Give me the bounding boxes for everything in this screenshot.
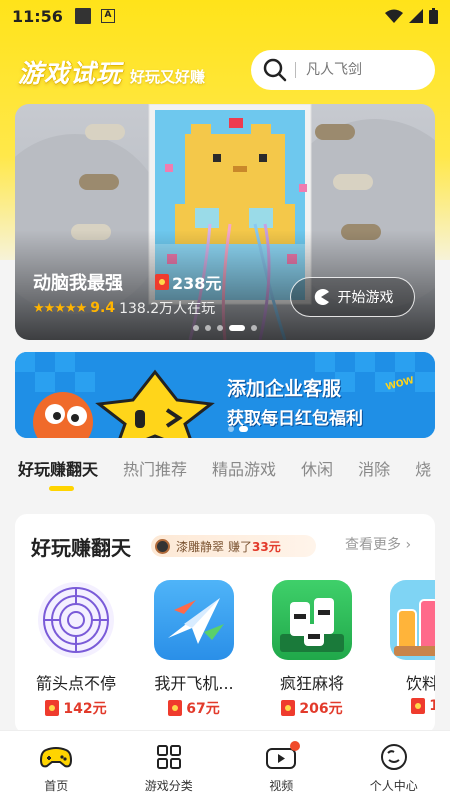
search-icon (263, 58, 287, 82)
tab-earn[interactable]: 好玩赚翻天 (18, 448, 98, 496)
game-reward: 15 (369, 698, 435, 714)
banner-reward-amount: 238元 (172, 274, 222, 293)
game-card[interactable]: 箭头点不停 142元 (15, 580, 133, 730)
nav-home-label: 首页 (44, 779, 69, 793)
tab-more[interactable]: 烧 (415, 448, 431, 496)
gamepad-icon (40, 747, 73, 768)
game-name: 饮料快 (405, 674, 435, 693)
tab-match[interactable]: 消除 (358, 448, 390, 496)
red-packet-icon (45, 700, 60, 716)
promo-pagination (228, 426, 248, 432)
banner-dot[interactable] (193, 325, 199, 331)
game-name: 疯狂麻将 (279, 674, 344, 693)
game-reward: 206元 (251, 698, 373, 718)
game-card[interactable]: 疯狂麻将 206元 (251, 580, 369, 730)
game-card[interactable]: 我开飞机... 67元 (133, 580, 251, 730)
header: 游戏试玩 好玩又好赚 (0, 48, 450, 92)
tab-featured[interactable]: 精品游戏 (212, 448, 276, 496)
promo-dot[interactable] (228, 426, 234, 432)
banner-dot[interactable] (205, 325, 211, 331)
red-packet-icon (281, 700, 296, 716)
view-more-label: 查看更多 (345, 537, 401, 553)
tab-casual[interactable]: 休闲 (301, 448, 333, 496)
promo-artwork: wow (15, 352, 435, 438)
banner-players: 138.2万人在玩 (119, 301, 216, 317)
nav-categories-label: 游戏分类 (144, 779, 193, 793)
paper-plane-game-icon (154, 580, 234, 660)
red-packet-icon (155, 274, 169, 290)
nav-categories[interactable]: 游戏分类 (113, 731, 226, 800)
nav-profile[interactable]: 个人中心 (338, 731, 450, 800)
drink-game-icon (390, 580, 435, 660)
banner-dot-active[interactable] (229, 325, 245, 331)
game-card[interactable]: 饮料快 15 (369, 580, 435, 730)
notification-a-icon: A (100, 9, 115, 23)
banner-meta: ★★★★★ 9.4 138.2万人在玩 (33, 298, 215, 318)
game-reward-amount: 142元 (63, 701, 107, 717)
earn-section: 好玩赚翻天 漆雕静翠 赚了 33元 查看更多 › 箭头点不停 142元 我开飞机… (15, 514, 435, 734)
promo-dot-active[interactable] (239, 426, 248, 432)
notification-badge (290, 741, 300, 751)
nav-home[interactable]: 首页 (0, 731, 113, 800)
nav-profile-label: 个人中心 (369, 779, 418, 793)
banner-dot[interactable] (251, 325, 257, 331)
section-title: 好玩赚翻天 (31, 536, 131, 560)
avatar (155, 538, 170, 554)
page-title: 游戏试玩 (18, 59, 123, 88)
banner-rating: 9.4 (90, 300, 116, 316)
maze-game-icon (36, 580, 116, 660)
status-time: 11:56 (12, 6, 63, 26)
pacman-icon (314, 289, 329, 305)
wifi-icon (385, 9, 403, 23)
status-bar: 11:56 A (0, 0, 450, 32)
notification-icon (74, 8, 91, 24)
bottom-nav: 首页 游戏分类 视频 个人中心 (0, 730, 450, 800)
banner-game-title: 动脑我最强 (33, 273, 123, 294)
search-input[interactable] (306, 62, 416, 78)
promo-banner[interactable]: wow 添加企业客服 获取每日红包福利 (15, 352, 435, 438)
red-packet-icon (168, 700, 183, 716)
nav-video-label: 视频 (269, 779, 294, 793)
featured-banner[interactable]: 动脑我最强 238元 ★★★★★ 9.4 138.2万人在玩 开始游戏 (15, 104, 435, 340)
game-reward-amount: 15 (429, 698, 435, 714)
earn-amount: 33元 (252, 539, 281, 554)
promo-line1: 添加企业客服 (227, 378, 342, 400)
category-tabs: 好玩赚翻天 热门推荐 精品游戏 休闲 消除 烧 (0, 448, 450, 496)
game-reward-amount: 206元 (299, 701, 343, 717)
game-name: 箭头点不停 (35, 674, 116, 693)
start-game-button[interactable]: 开始游戏 (290, 277, 415, 317)
game-list: 箭头点不停 142元 我开飞机... 67元 疯狂麻将 206元 饮料 1 (15, 580, 435, 730)
earn-ticker: 漆雕静翠 赚了 33元 (151, 535, 316, 557)
banner-pagination (15, 325, 435, 331)
banner-reward: 238元 (155, 270, 221, 294)
tab-hot[interactable]: 热门推荐 (123, 448, 187, 496)
game-reward: 142元 (15, 698, 137, 718)
grid-icon (156, 745, 181, 769)
view-more-link[interactable]: 查看更多 › (345, 534, 411, 554)
game-reward: 67元 (133, 698, 255, 718)
signal-icon (409, 9, 423, 23)
search-bar[interactable] (251, 50, 435, 90)
earn-user: 漆雕静翠 (176, 539, 225, 554)
page-subtitle: 好玩又好赚 (130, 68, 206, 86)
banner-dot[interactable] (217, 325, 223, 331)
search-divider (295, 62, 296, 78)
star-rating-icon: ★★★★★ (33, 300, 87, 316)
chevron-right-icon: › (405, 537, 412, 553)
mahjong-game-icon (272, 580, 352, 660)
game-reward-amount: 67元 (186, 701, 220, 717)
battery-icon (429, 8, 438, 24)
start-game-label: 开始游戏 (337, 290, 394, 306)
profile-icon (380, 744, 407, 770)
nav-video[interactable]: 视频 (225, 731, 338, 800)
earn-text: 赚了 (228, 539, 253, 554)
game-name: 我开飞机... (154, 674, 234, 693)
red-packet-icon (411, 698, 426, 714)
